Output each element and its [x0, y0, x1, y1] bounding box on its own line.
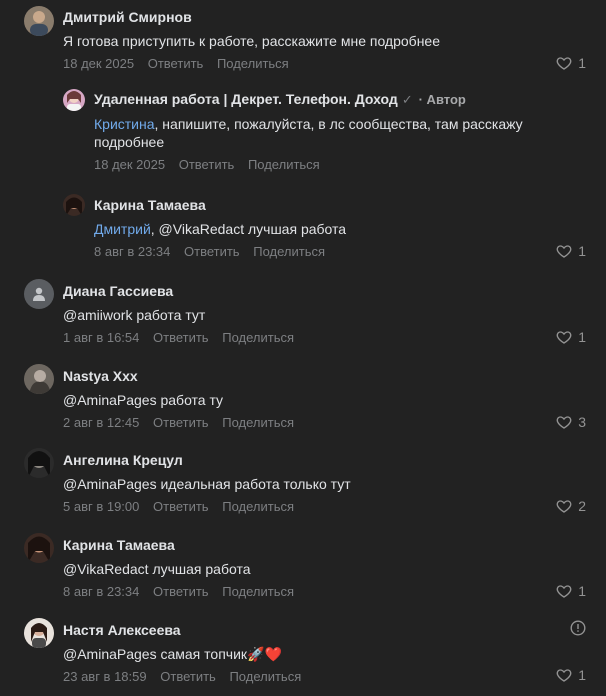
like-button[interactable]: 2 [556, 498, 586, 514]
avatar[interactable] [24, 533, 54, 563]
comment-date[interactable]: 5 авг в 19:00 [63, 499, 139, 514]
comment-item: Дмитрий Смирнов Я готова приступить к ра… [0, 4, 606, 84]
like-button[interactable]: 1 [556, 243, 586, 259]
reply-button[interactable]: Ответить [153, 330, 209, 345]
share-button[interactable]: Поделиться [222, 330, 294, 345]
comment-item: Настя Алексеева @AminaPages самая топчик… [0, 617, 606, 687]
mention-link[interactable]: Дмитрий [94, 221, 151, 237]
like-count: 1 [578, 55, 586, 71]
comment-item: Карина Тамаева @VikaRedact лучшая работа… [0, 532, 606, 602]
like-count: 1 [578, 243, 586, 259]
avatar[interactable] [24, 448, 54, 478]
comment-date[interactable]: 18 дек 2025 [94, 157, 165, 172]
like-count: 2 [578, 498, 586, 514]
like-count: 1 [578, 667, 586, 683]
heart-icon [556, 416, 572, 429]
heart-icon [556, 245, 572, 258]
share-button[interactable]: Поделиться [217, 56, 289, 71]
avatar[interactable] [24, 279, 54, 309]
comment-author[interactable]: Nastya Xxx [63, 367, 606, 385]
heart-icon [556, 585, 572, 598]
heart-icon [556, 669, 572, 682]
comment-author[interactable]: Удаленная работа | Декрет. Телефон. Дохо… [94, 91, 398, 107]
comment-author[interactable]: Ангелина Крецул [63, 451, 606, 469]
comment-text: @AminaPages идеальная работа только тут [63, 476, 351, 492]
comment-author[interactable]: Карина Тамаева [94, 196, 606, 214]
like-button[interactable]: 1 [556, 329, 586, 345]
heart-icon [556, 57, 572, 70]
comment-author[interactable]: Настя Алексеева [63, 621, 606, 639]
heart-icon [556, 500, 572, 513]
share-button[interactable]: Поделиться [222, 499, 294, 514]
avatar[interactable] [24, 6, 54, 36]
share-button[interactable]: Поделиться [222, 415, 294, 430]
avatar[interactable] [63, 89, 85, 111]
comment-date[interactable]: 23 авг в 18:59 [63, 669, 147, 684]
comment-date[interactable]: 18 дек 2025 [63, 56, 134, 71]
like-button[interactable]: 3 [556, 414, 586, 430]
author-role-badge: · Автор [418, 92, 466, 107]
share-button[interactable]: Поделиться [222, 584, 294, 599]
avatar[interactable] [63, 194, 85, 216]
avatar[interactable] [24, 364, 54, 394]
comment-date[interactable]: 8 авг в 23:34 [63, 584, 139, 599]
comment-text: @amiiwork работа тут [63, 307, 206, 323]
comment-text: , @VikaRedact лучшая работа [150, 221, 347, 237]
mention-link[interactable]: Кристина [94, 116, 155, 132]
comment-item: Диана Гассиева @amiiwork работа тут 1 ав… [0, 278, 606, 348]
verified-check-icon: ✓ [401, 92, 413, 107]
comment-item: Ангелина Крецул @AminaPages идеальная ра… [0, 447, 606, 517]
report-info-icon[interactable] [570, 620, 586, 636]
reply-button[interactable]: Ответить [148, 56, 204, 71]
like-count: 1 [578, 583, 586, 599]
comment-text: @AminaPages самая топчик🚀❤️ [63, 646, 282, 662]
like-button[interactable]: 1 [556, 583, 586, 599]
like-button[interactable]: 1 [556, 55, 586, 71]
share-button[interactable]: Поделиться [253, 244, 325, 259]
comment-date[interactable]: 8 авг в 23:34 [94, 244, 170, 259]
heart-icon [556, 331, 572, 344]
comment-author[interactable]: Карина Тамаева [63, 536, 606, 554]
user-placeholder-icon [33, 287, 45, 301]
reply-button[interactable]: Ответить [184, 244, 240, 259]
like-button[interactable]: 1 [556, 667, 586, 683]
reply-button[interactable]: Ответить [153, 584, 209, 599]
avatar[interactable] [24, 618, 54, 648]
share-button[interactable]: Поделиться [229, 669, 301, 684]
like-count: 1 [578, 329, 586, 345]
comment-text: @AminaPages работа ту [63, 392, 224, 408]
comment-item: Удаленная работа | Декрет. Телефон. Дохо… [0, 88, 606, 180]
reply-button[interactable]: Ответить [153, 499, 209, 514]
share-button[interactable]: Поделиться [248, 157, 320, 172]
reply-button[interactable]: Ответить [179, 157, 235, 172]
comment-item: Nastya Xxx @AminaPages работа ту 2 авг в… [0, 363, 606, 433]
comment-text: Я готова приступить к работе, расскажите… [63, 33, 440, 49]
comment-text: , напишите, пожалуйста, в лс сообщества,… [94, 116, 523, 150]
reply-button[interactable]: Ответить [160, 669, 216, 684]
comment-author[interactable]: Дмитрий Смирнов [63, 8, 606, 26]
comment-item: Карина Тамаева Дмитрий, @VikaRedact лучш… [0, 193, 606, 263]
comment-text: @VikaRedact лучшая работа [63, 561, 251, 577]
reply-button[interactable]: Ответить [153, 415, 209, 430]
like-count: 3 [578, 414, 586, 430]
comment-author[interactable]: Диана Гассиева [63, 282, 606, 300]
comment-date[interactable]: 1 авг в 16:54 [63, 330, 139, 345]
comment-date[interactable]: 2 авг в 12:45 [63, 415, 139, 430]
